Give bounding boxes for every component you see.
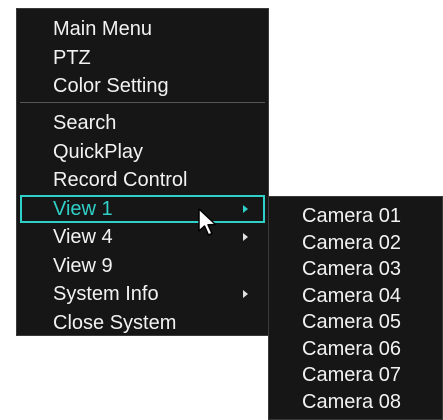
menu-item-label: View 4 xyxy=(53,226,113,248)
menu-item-label: Close System xyxy=(53,311,177,334)
menu-item-label: Search xyxy=(53,112,117,134)
menu-group-top: Main Menu PTZ Color Setting xyxy=(17,15,268,101)
triangle-right-icon xyxy=(243,233,248,242)
menu-item-view-4[interactable]: View 4 xyxy=(17,223,268,252)
submenu-item-camera-03[interactable]: Camera 03 xyxy=(269,256,442,283)
submenu-item-camera-05[interactable]: Camera 05 xyxy=(269,309,442,336)
submenu-item-camera-04[interactable]: Camera 04 xyxy=(269,283,442,310)
menu-item-quickplay[interactable]: QuickPlay xyxy=(17,138,268,167)
menu-separator xyxy=(20,102,265,103)
triangle-right-icon xyxy=(243,204,248,213)
menu-item-label: QuickPlay xyxy=(53,140,144,163)
menu-item-label: View 1 xyxy=(53,197,113,220)
menu-group-bottom: Search QuickPlay Record Control View 1 V… xyxy=(17,109,268,337)
submenu-item-camera-08[interactable]: Camera 08 xyxy=(269,389,442,416)
menu-item-color-setting[interactable]: Color Setting xyxy=(17,72,268,101)
menu-item-label: PTZ xyxy=(53,46,91,69)
menu-item-search[interactable]: Search xyxy=(17,109,268,138)
menu-item-view-1[interactable]: View 1 xyxy=(20,194,265,223)
menu-item-main-menu[interactable]: Main Menu xyxy=(17,15,268,44)
triangle-right-icon xyxy=(243,290,248,299)
submenu-item-camera-02[interactable]: Camera 02 xyxy=(269,230,442,257)
menu-item-label: Main Menu xyxy=(53,18,152,40)
submenu-item-camera-06[interactable]: Camera 06 xyxy=(269,336,442,363)
menu-item-label: System Info xyxy=(53,283,159,305)
menu-item-label: Color Setting xyxy=(53,75,169,97)
menu-item-close-system[interactable]: Close System xyxy=(17,309,268,338)
view-1-submenu: Camera 01 Camera 02 Camera 03 Camera 04 … xyxy=(268,196,443,420)
context-menu: Main Menu PTZ Color Setting Search Quick… xyxy=(16,8,269,336)
menu-item-view-9[interactable]: View 9 xyxy=(17,252,268,281)
screen: Main Menu PTZ Color Setting Search Quick… xyxy=(0,0,443,420)
menu-item-ptz[interactable]: PTZ xyxy=(17,44,268,73)
submenu-item-camera-07[interactable]: Camera 07 xyxy=(269,362,442,389)
menu-item-record-control[interactable]: Record Control xyxy=(17,166,268,195)
menu-item-system-info[interactable]: System Info xyxy=(17,280,268,309)
menu-item-label: Record Control xyxy=(53,169,188,191)
menu-item-label: View 9 xyxy=(53,254,113,277)
submenu-item-camera-01[interactable]: Camera 01 xyxy=(269,203,442,230)
